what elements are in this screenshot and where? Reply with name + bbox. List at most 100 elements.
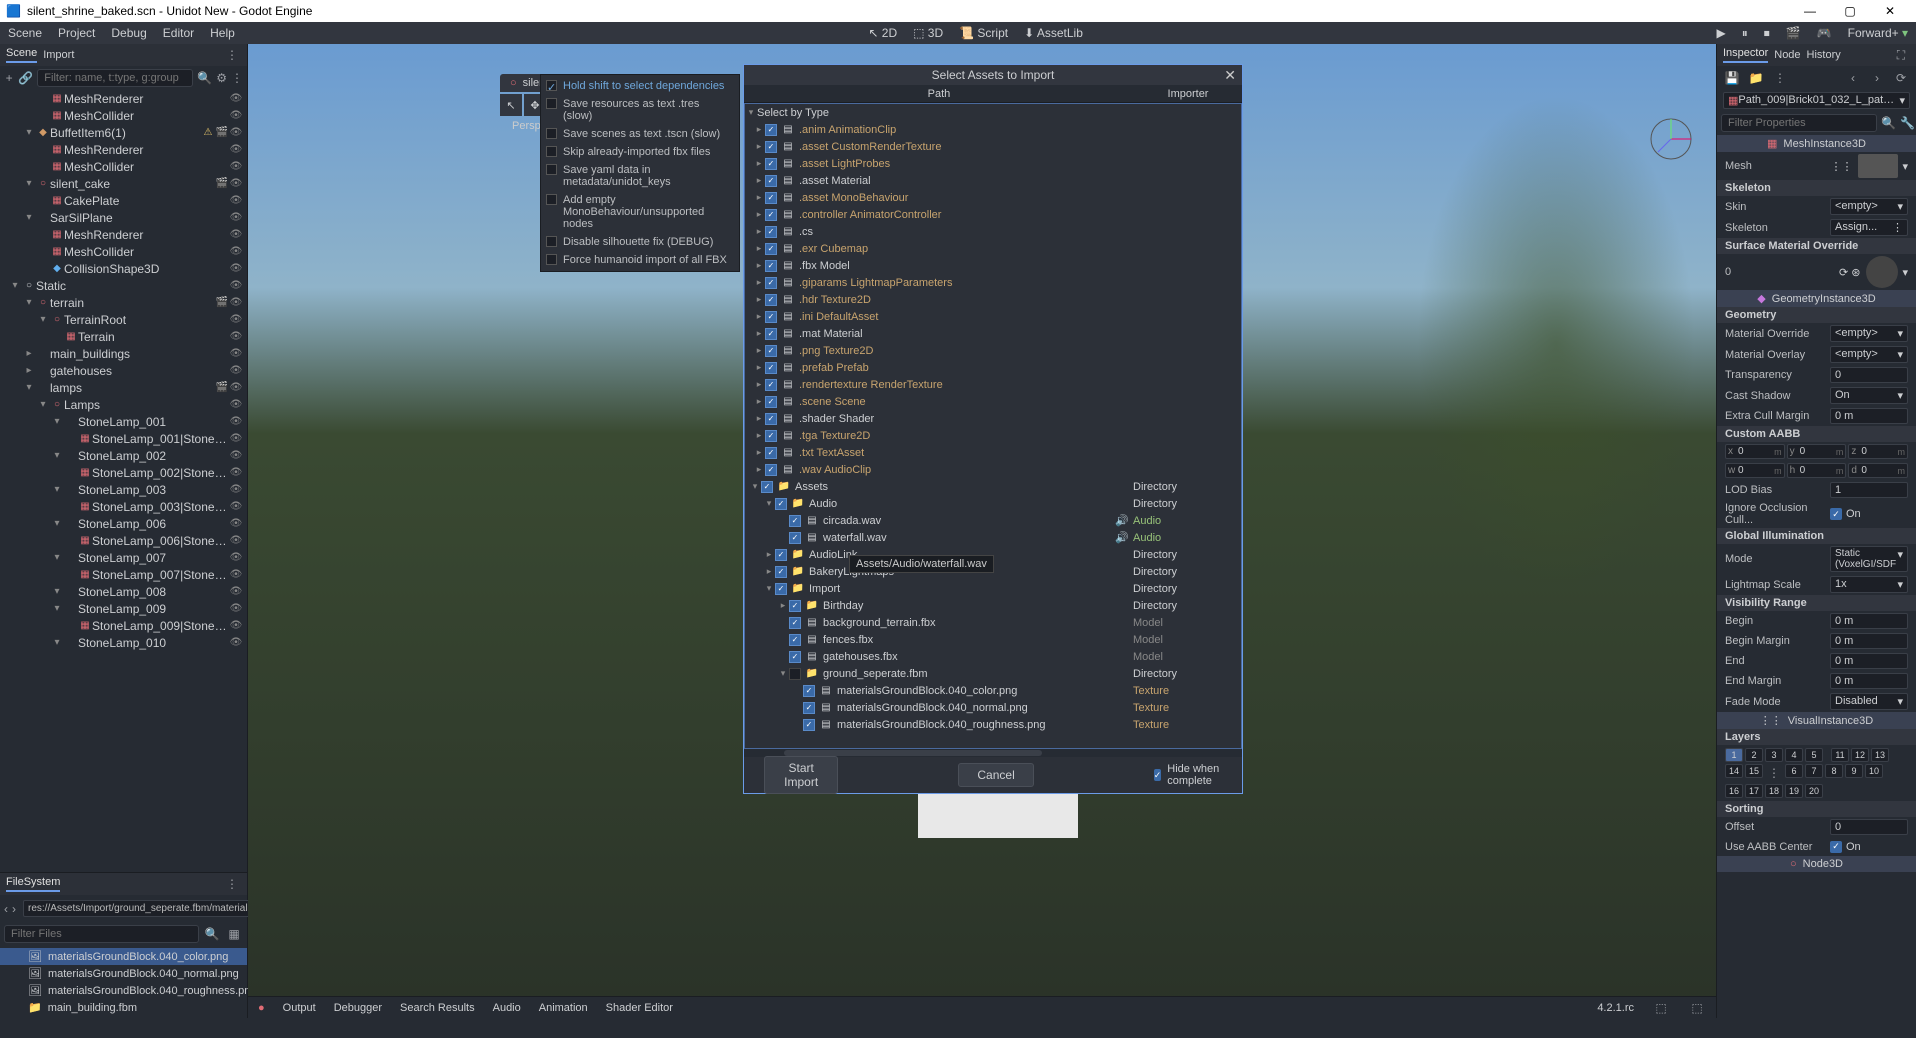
pause-button[interactable]: ⏸: [1742, 26, 1748, 41]
tree-row[interactable]: ▾○Lamps👁: [0, 396, 247, 413]
view-2d[interactable]: ↖ 2D: [868, 26, 897, 40]
fs-fwd-icon[interactable]: ›: [12, 900, 16, 918]
cast-shadow-dropdown[interactable]: On▾: [1830, 387, 1908, 404]
section-geometryinstance[interactable]: ◆GeometryInstance3D: [1717, 290, 1916, 307]
type-row[interactable]: ▸✓▤.controller AnimatorController: [745, 206, 1241, 223]
section-visualinstance[interactable]: ⋮⋮VisualInstance3D: [1717, 712, 1916, 729]
lod-bias-input[interactable]: [1830, 482, 1908, 498]
import-menu-item[interactable]: Disable silhouette fix (DEBUG): [541, 233, 739, 251]
import-menu-item[interactable]: Skip already-imported fbx files: [541, 143, 739, 161]
fs-grid-icon[interactable]: ▦: [225, 925, 243, 943]
mat-override-dropdown[interactable]: <empty>▾: [1830, 325, 1908, 342]
file-row[interactable]: ✓▤materialsGroundBlock.040_normal.pngTex…: [745, 699, 1241, 716]
dock-menu-icon[interactable]: ⋮: [223, 46, 241, 64]
tree-row[interactable]: ▦StoneLamp_002|StoneLantern_L_sto...👁: [0, 464, 247, 481]
fs-item[interactable]: 🖼materialsGroundBlock.040_normal.png: [0, 965, 247, 982]
add-node-icon[interactable]: +: [4, 69, 14, 87]
type-row[interactable]: ▸✓▤.txt TextAsset: [745, 444, 1241, 461]
type-row[interactable]: ▸✓▤.png Texture2D: [745, 342, 1241, 359]
tree-row[interactable]: ▦MeshRenderer👁: [0, 141, 247, 158]
fs-item[interactable]: 🖼materialsGroundBlock.040_roughness.png: [0, 982, 247, 999]
fs-back-icon[interactable]: ‹: [4, 900, 8, 918]
tree-row[interactable]: ▾StoneLamp_002👁: [0, 447, 247, 464]
insp-open-icon[interactable]: 📁: [1747, 69, 1765, 87]
tree-row[interactable]: ▦Terrain👁: [0, 328, 247, 345]
insp-prev-icon[interactable]: ‹: [1844, 69, 1862, 87]
tree-row[interactable]: ◆CollisionShape3D👁: [0, 260, 247, 277]
tree-row[interactable]: ▾◆BuffetItem6(1)⚠🎬👁: [0, 124, 247, 141]
type-row[interactable]: ▸✓▤.asset LightProbes: [745, 155, 1241, 172]
type-row[interactable]: ▸✓▤.wav AudioClip: [745, 461, 1241, 478]
tree-row[interactable]: ▾StoneLamp_003👁: [0, 481, 247, 498]
view-assetlib[interactable]: ⬇ AssetLib: [1024, 26, 1083, 40]
cancel-button[interactable]: Cancel: [958, 763, 1033, 787]
tree-row[interactable]: ▦MeshRenderer👁: [0, 226, 247, 243]
type-row[interactable]: ▸✓▤.asset Material: [745, 172, 1241, 189]
type-row[interactable]: ▸✓▤.prefab Prefab: [745, 359, 1241, 376]
inspector-object-dropdown[interactable]: ▦ Path_009|Brick01_032_L_path_blend|D...…: [1723, 92, 1910, 109]
bottom-shader[interactable]: Shader Editor: [606, 1002, 673, 1014]
tree-row[interactable]: ▦StoneLamp_001|StoneLantern_L_sto...👁: [0, 430, 247, 447]
skeleton-dropdown[interactable]: Assign...⋮: [1830, 219, 1908, 236]
fs-item[interactable]: 📁main_building.fbm: [0, 999, 247, 1016]
tree-row[interactable]: ▦StoneLamp_003|StoneLantern_L_sto...👁: [0, 498, 247, 515]
tree-row[interactable]: ▾StoneLamp_010👁: [0, 634, 247, 651]
section-meshinstance[interactable]: ▦MeshInstance3D: [1717, 135, 1916, 152]
tree-row[interactable]: ▾StoneLamp_007👁: [0, 549, 247, 566]
maximize-button[interactable]: ▢: [1830, 4, 1870, 18]
tree-row[interactable]: ▸gatehouses👁: [0, 362, 247, 379]
file-row[interactable]: ✓▤materialsGroundBlock.040_color.pngText…: [745, 682, 1241, 699]
tab-node[interactable]: Node: [1774, 49, 1800, 61]
aabb-h[interactable]: h0m: [1787, 463, 1847, 478]
bottom-debugger[interactable]: Debugger: [334, 1002, 382, 1014]
layers-menu-icon[interactable]: ⋮: [1765, 764, 1783, 782]
insp-reload-icon[interactable]: ⟳: [1892, 69, 1910, 87]
vr-end-margin-input[interactable]: [1830, 673, 1908, 689]
tree-row[interactable]: ▾StoneLamp_008👁: [0, 583, 247, 600]
aabb-x[interactable]: x0m: [1725, 444, 1785, 459]
tree-row[interactable]: ▾SarSilPlane👁: [0, 209, 247, 226]
tree-row[interactable]: ▾○Static👁: [0, 277, 247, 294]
bottom-audio[interactable]: Audio: [493, 1002, 521, 1014]
fs-path[interactable]: res://Assets/Import/ground_seperate.fbm/…: [23, 900, 253, 917]
mat-overlay-dropdown[interactable]: <empty>▾: [1830, 346, 1908, 363]
import-menu-item[interactable]: ✓Hold shift to select dependencies: [541, 77, 739, 95]
bottom-output[interactable]: Output: [283, 1002, 316, 1014]
bottom-search[interactable]: Search Results: [400, 1002, 475, 1014]
select-by-type-row[interactable]: ▾Select by Type: [745, 104, 1241, 121]
type-row[interactable]: ▸✓▤.exr Cubemap: [745, 240, 1241, 257]
type-row[interactable]: ▸✓▤.cs: [745, 223, 1241, 240]
aabb-d[interactable]: d0m: [1848, 463, 1908, 478]
file-row[interactable]: ▸✓📁BirthdayDirectory: [745, 597, 1241, 614]
tab-scene[interactable]: Scene: [6, 47, 37, 63]
search-icon[interactable]: 🔍: [197, 69, 212, 87]
bottom-icon1[interactable]: ⬚: [1652, 999, 1670, 1017]
tool1-icon[interactable]: ⚙: [216, 69, 227, 87]
type-row[interactable]: ▸✓▤.scene Scene: [745, 393, 1241, 410]
close-button[interactable]: ✕: [1870, 4, 1910, 18]
tree-row[interactable]: ▾○TerrainRoot👁: [0, 311, 247, 328]
viewport-area[interactable]: ○silent... ↖ ✥ Perspe... ✓Hold shift to …: [248, 44, 1716, 1018]
vt-select-icon[interactable]: ↖: [500, 94, 522, 116]
view-3d[interactable]: ⬚ 3D: [913, 26, 943, 40]
scene-filter-input[interactable]: [37, 69, 193, 87]
tree-row[interactable]: ▦MeshCollider👁: [0, 107, 247, 124]
tree-row[interactable]: ▾○terrain🎬👁: [0, 294, 247, 311]
smo-reload-icon[interactable]: ⟳ ⊛: [1839, 266, 1861, 279]
extra-cull-input[interactable]: [1830, 408, 1908, 424]
aabb-y[interactable]: y0m: [1787, 444, 1847, 459]
insp-tool-icon[interactable]: 🔧: [1900, 114, 1915, 132]
tree-row[interactable]: ▦MeshCollider👁: [0, 243, 247, 260]
tree-row[interactable]: ▾○silent_cake🎬👁: [0, 175, 247, 192]
tree-row[interactable]: ▦MeshRenderer👁: [0, 90, 247, 107]
skin-dropdown[interactable]: <empty>▾: [1830, 198, 1908, 215]
fs-filter-input[interactable]: [4, 925, 199, 943]
vr-begin-margin-input[interactable]: [1830, 633, 1908, 649]
import-menu-item[interactable]: Add empty MonoBehaviour/unsupported node…: [541, 191, 739, 233]
bottom-icon2[interactable]: ⬚: [1688, 999, 1706, 1017]
transparency-input[interactable]: [1830, 367, 1908, 383]
file-row[interactable]: ✓▤waterfall.wav🔊Audio: [745, 529, 1241, 546]
type-row[interactable]: ▸✓▤.ini DefaultAsset: [745, 308, 1241, 325]
file-row[interactable]: ✓▤fences.fbxModel: [745, 631, 1241, 648]
lightmap-scale-dropdown[interactable]: 1x▾: [1830, 576, 1908, 593]
